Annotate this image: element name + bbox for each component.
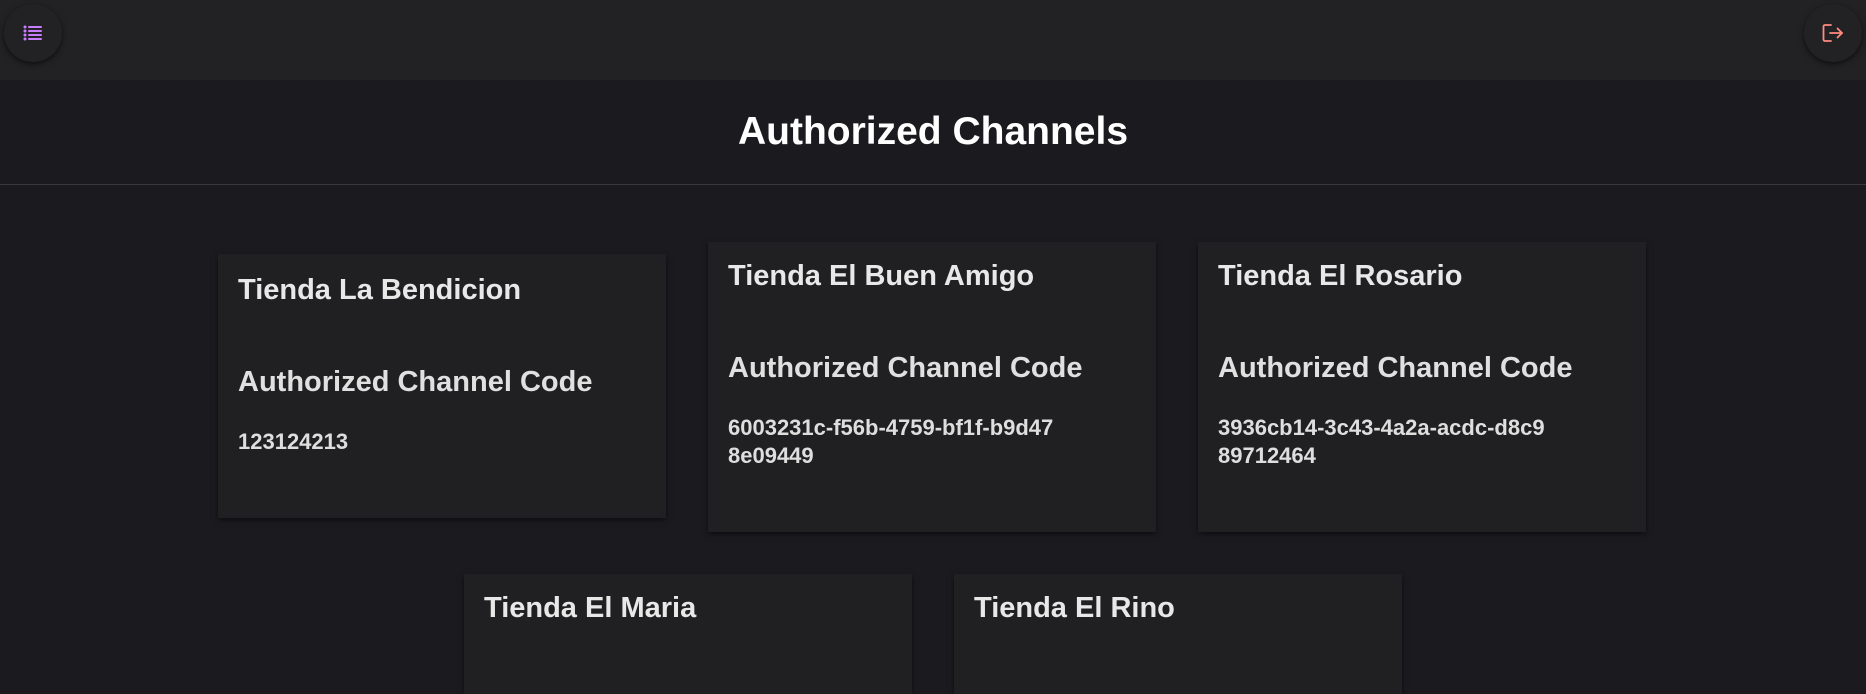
channel-card[interactable]: Tienda El Rino: [954, 574, 1402, 694]
channel-card[interactable]: Tienda La Bendicion Authorized Channel C…: [218, 254, 666, 518]
channel-card[interactable]: Tienda El Buen Amigo Authorized Channel …: [708, 242, 1156, 532]
page-header: Authorized Channels: [0, 80, 1866, 184]
menu-button[interactable]: [4, 4, 62, 62]
channel-card[interactable]: Tienda El Maria: [464, 574, 912, 694]
channel-code: 3936cb14-3c43-4a2a-acdc-d8c989712464: [1218, 415, 1545, 468]
channel-name: Tienda El Buen Amigo: [728, 260, 1035, 292]
channel-name: Tienda El Maria: [484, 592, 697, 624]
logout-icon: [1822, 24, 1843, 42]
list-icon: [23, 25, 42, 41]
header-divider: [0, 184, 1866, 185]
channel-code-label: Authorized Channel Code: [1218, 352, 1573, 384]
page-title: Authorized Channels: [737, 110, 1129, 153]
channel-name: Tienda El Rosario: [1218, 260, 1463, 292]
channel-code-label: Authorized Channel Code: [238, 366, 593, 398]
channel-code-label: Authorized Channel Code: [728, 352, 1083, 384]
top-bar: [0, 0, 1866, 80]
channel-code: 6003231c-f56b-4759-bf1f-b9d478e09449: [728, 415, 1054, 468]
channel-name: Tienda La Bendicion: [238, 274, 522, 306]
logout-button[interactable]: [1804, 4, 1862, 62]
channel-code: 123124213: [238, 429, 349, 454]
channel-card[interactable]: Tienda El Rosario Authorized Channel Cod…: [1198, 242, 1646, 532]
channel-name: Tienda El Rino: [974, 592, 1175, 624]
